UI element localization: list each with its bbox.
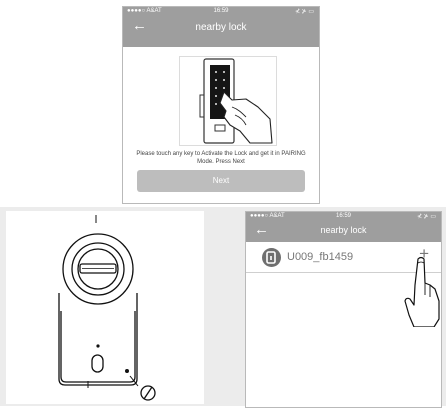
page-title: nearby lock xyxy=(320,225,367,235)
lock-name: U009_fb1459 xyxy=(287,251,354,263)
status-time: 16:59 xyxy=(335,213,351,219)
tapping-hand-icon xyxy=(404,256,440,327)
battery-indicator: ⊀ ⊁ ▭ xyxy=(416,214,436,220)
smart-lock-drawing xyxy=(58,215,156,401)
keypad-touch-illustration xyxy=(179,56,277,146)
nav-bar: ●●●●○ A&AT 16:59 ⊀ ⊁ ▭ ← nearby lock xyxy=(123,7,319,47)
status-time: 16:59 xyxy=(213,8,229,14)
pairing-instruction: Please touch any key to Activate the Loc… xyxy=(136,151,306,165)
next-button[interactable]: Next xyxy=(137,170,305,192)
battery-indicator: ⊀ ⊁ ▭ xyxy=(294,9,314,15)
lock-icon xyxy=(262,248,281,267)
phone-screen-bottom: ●●●●○ A&AT 16:59 ⊀ ⊁ ▭ ← nearby lock U00… xyxy=(245,211,442,408)
status-bar: ●●●●○ A&AT 16:59 ⊀ ⊁ ▭ xyxy=(246,212,441,222)
lock-device-panel xyxy=(6,211,204,404)
phone-screen-top: ●●●●○ A&AT 16:59 ⊀ ⊁ ▭ ← nearby lock Ple… xyxy=(122,6,320,204)
page-title: nearby lock xyxy=(195,22,247,33)
status-bar: ●●●●○ A&AT 16:59 ⊀ ⊁ ▭ xyxy=(123,7,319,17)
keypad-hand-image xyxy=(199,58,273,144)
nav-bar: ●●●●○ A&AT 16:59 ⊀ ⊁ ▭ ← nearby lock xyxy=(246,212,441,242)
